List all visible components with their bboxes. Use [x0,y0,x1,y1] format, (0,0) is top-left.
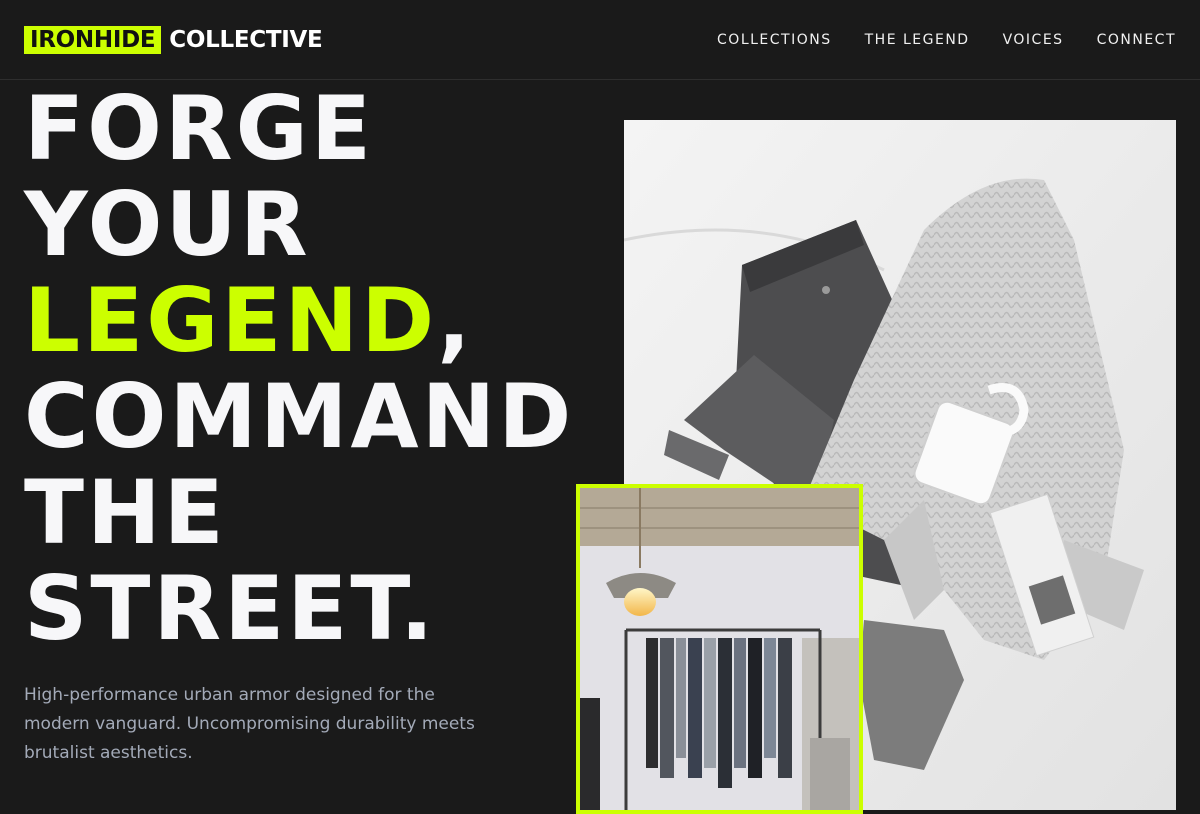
nav-links: COLLECTIONS THE LEGEND VOICES CONNECT [717,30,1176,50]
top-nav: IRONHIDE COLLECTIVE COLLECTIONS THE LEGE… [0,0,1200,80]
headline-line-5: THE [24,461,227,564]
store-interior-art [580,488,859,810]
logo-mark: IRONHIDE [24,25,162,54]
hero-section: FORGE YOUR LEGEND, COMMAND THE STREET. H… [0,81,1200,814]
headline-line-1: FORGE [24,77,375,180]
headline-comma: , [437,269,474,372]
nav-link-connect[interactable]: CONNECT [1097,30,1176,50]
nav-link-collections[interactable]: COLLECTIONS [717,30,832,50]
headline-accent-word: LEGEND [24,269,438,372]
hero-headline: FORGE YOUR LEGEND, COMMAND THE STREET. [24,81,574,657]
headline-line-2: YOUR [24,173,311,276]
store-interior-photo [576,484,863,814]
hero-tagline: High-performance urban armor designed fo… [24,685,475,763]
headline-line-4: COMMAND [24,365,575,468]
nav-link-voices[interactable]: VOICES [1003,30,1064,50]
headline-line-3: LEGEND, [24,273,574,369]
headline-line-6: STREET. [24,557,437,660]
nav-link-the-legend[interactable]: THE LEGEND [865,30,970,50]
brand-logo[interactable]: IRONHIDE COLLECTIVE [24,25,323,54]
logo-text: COLLECTIVE [169,26,323,53]
